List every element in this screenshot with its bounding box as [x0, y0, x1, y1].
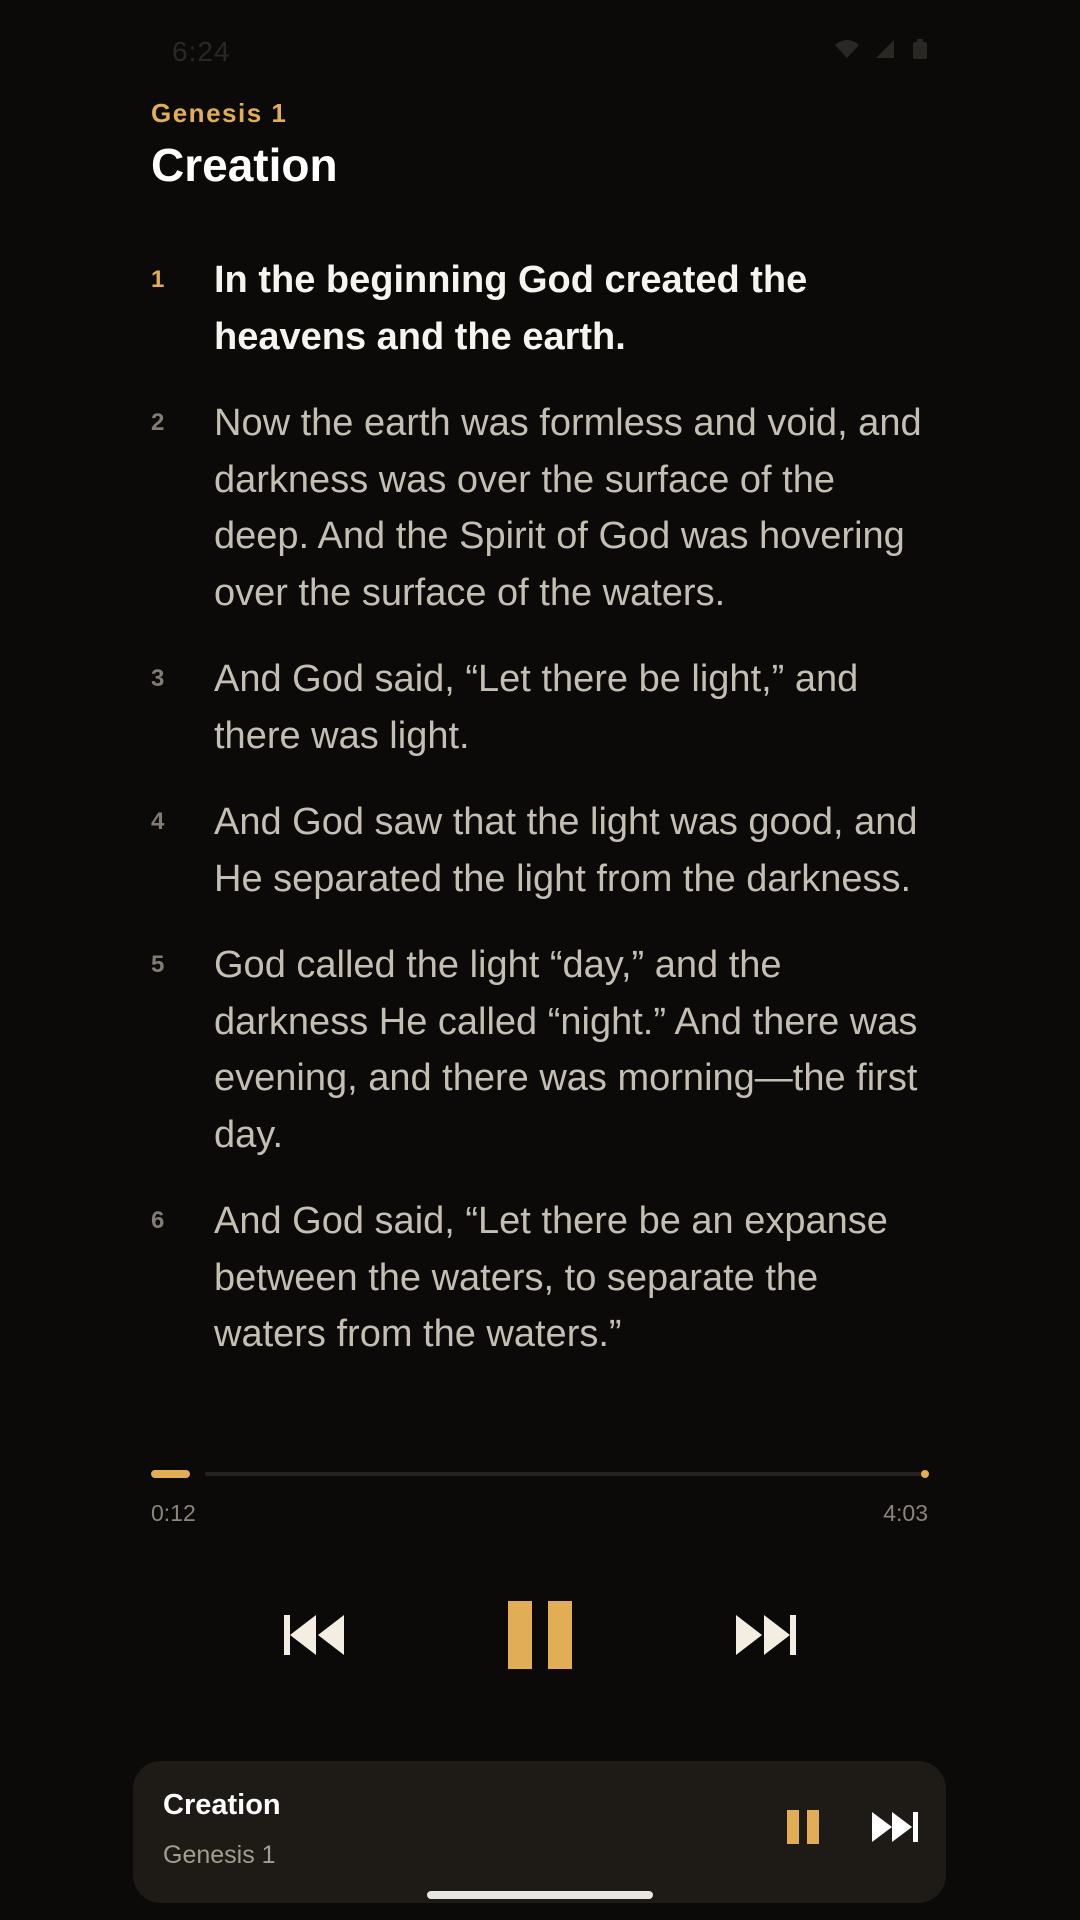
progress-bar[interactable] — [151, 1470, 929, 1478]
mini-player-subtitle: Genesis 1 — [163, 1841, 276, 1869]
verse-text: And God saw that the light was good, and… — [214, 801, 918, 900]
status-time: 6:24 — [172, 36, 231, 67]
skip-previous-icon — [284, 1615, 344, 1655]
home-indicator[interactable] — [427, 1891, 653, 1899]
chapter-title: Creation — [151, 139, 338, 191]
progress-track — [205, 1472, 927, 1476]
cellular-signal-icon — [876, 40, 894, 58]
progress-fill — [151, 1470, 190, 1478]
verse-number: 4 — [151, 808, 165, 835]
status-icons — [834, 38, 930, 60]
verse-text: God called the light “day,” and the dark… — [214, 944, 918, 1156]
verse-6[interactable]: 6 And God said, “Let there be an expanse … — [151, 1193, 931, 1363]
mini-player[interactable]: Creation Genesis 1 — [133, 1761, 946, 1903]
verse-text: In the beginning God created the heavens… — [214, 259, 808, 358]
total-time: 4:03 — [883, 1500, 928, 1526]
skip-previous-button[interactable] — [272, 1600, 356, 1670]
battery-icon — [913, 39, 927, 59]
skip-next-button[interactable] — [724, 1600, 808, 1670]
verse-2[interactable]: 2 Now the earth was formless and void, an… — [151, 395, 931, 621]
verse-1[interactable]: 1 In the beginning God created the heaven… — [151, 252, 931, 365]
mini-player-title: Creation — [163, 1789, 281, 1821]
verse-3[interactable]: 3 And God said, “Let there be light,” and… — [151, 651, 931, 764]
pause-button[interactable] — [496, 1590, 584, 1680]
status-bar: 6:24 — [0, 0, 1080, 100]
verse-text: And God said, “Let there be an expanse b… — [214, 1200, 888, 1355]
mini-skip-next-button[interactable] — [869, 1807, 921, 1847]
verse-5[interactable]: 5 God called the light “day,” and the dar… — [151, 937, 931, 1163]
verse-number: 5 — [151, 951, 165, 978]
verse-text: Now the earth was formless and void, and… — [214, 402, 922, 614]
verse-number: 1 — [151, 266, 165, 293]
current-time: 0:12 — [151, 1500, 196, 1526]
wifi-icon — [835, 40, 859, 58]
skip-next-icon — [872, 1812, 918, 1842]
pause-icon — [508, 1601, 572, 1669]
verse-4[interactable]: 4 And God saw that the light was good, an… — [151, 794, 931, 907]
book-reference: Genesis 1 — [151, 98, 288, 128]
skip-next-icon — [736, 1615, 796, 1655]
verse-number: 6 — [151, 1207, 165, 1234]
verse-number: 3 — [151, 665, 165, 692]
verse-text: And God said, “Let there be light,” and … — [214, 658, 859, 757]
progress-end-marker — [921, 1470, 929, 1478]
verse-number: 2 — [151, 409, 165, 436]
verse-list: 1 In the beginning God created the heaven… — [151, 252, 931, 1472]
pause-icon — [787, 1810, 819, 1844]
mini-pause-button[interactable] — [783, 1807, 823, 1847]
